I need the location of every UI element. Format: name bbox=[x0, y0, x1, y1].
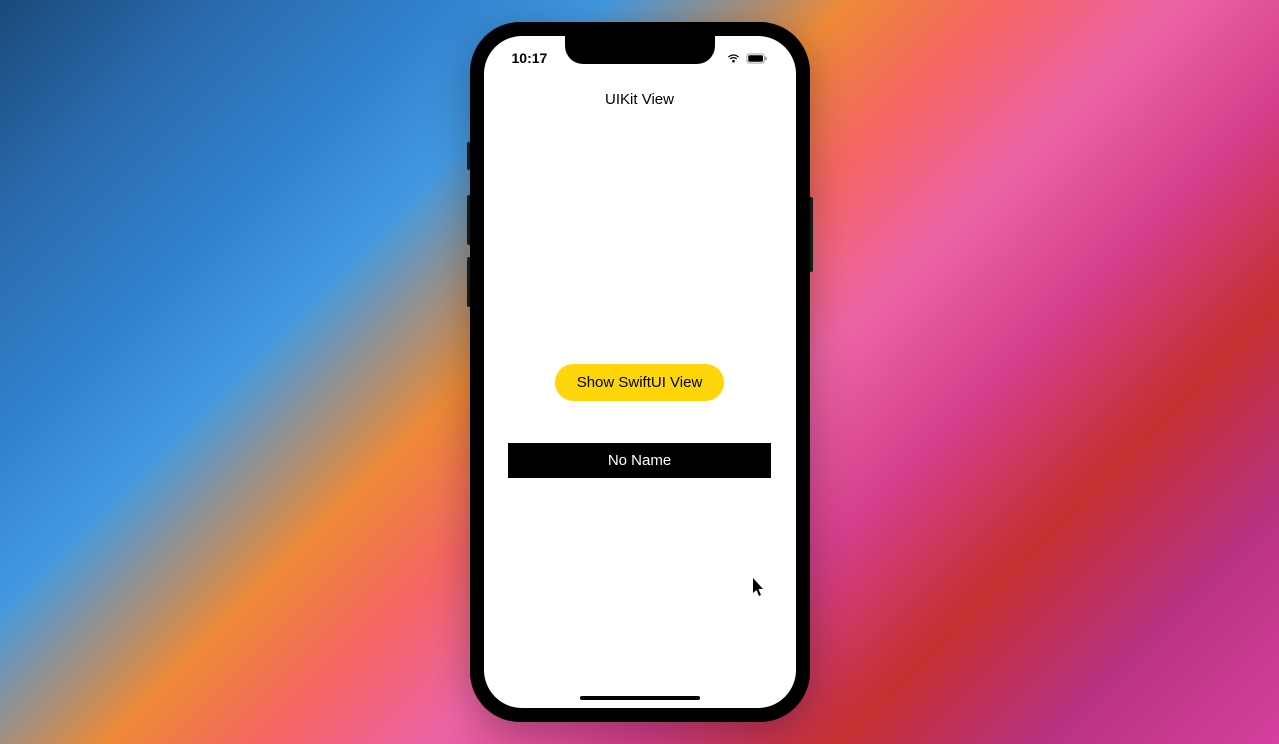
volume-up-button bbox=[467, 195, 470, 245]
name-display-box: No Name bbox=[508, 443, 771, 478]
home-indicator[interactable] bbox=[580, 696, 700, 700]
page-title: UIKit View bbox=[484, 91, 796, 108]
mute-switch bbox=[467, 142, 470, 170]
show-swiftui-button[interactable]: Show SwiftUI View bbox=[555, 364, 725, 401]
status-icons bbox=[726, 53, 768, 64]
power-button bbox=[810, 197, 813, 272]
phone-screen: 10:17 UIKit View Show SwiftUI View No Na… bbox=[484, 36, 796, 708]
phone-frame: 10:17 UIKit View Show SwiftUI View No Na… bbox=[470, 22, 810, 722]
name-label: No Name bbox=[608, 452, 671, 469]
notch bbox=[565, 36, 715, 64]
wifi-icon bbox=[726, 53, 741, 64]
battery-icon bbox=[746, 53, 768, 64]
status-time: 10:17 bbox=[512, 50, 548, 66]
volume-down-button bbox=[467, 257, 470, 307]
phone-side-buttons bbox=[467, 142, 470, 319]
content-area: Show SwiftUI View No Name bbox=[484, 116, 796, 708]
